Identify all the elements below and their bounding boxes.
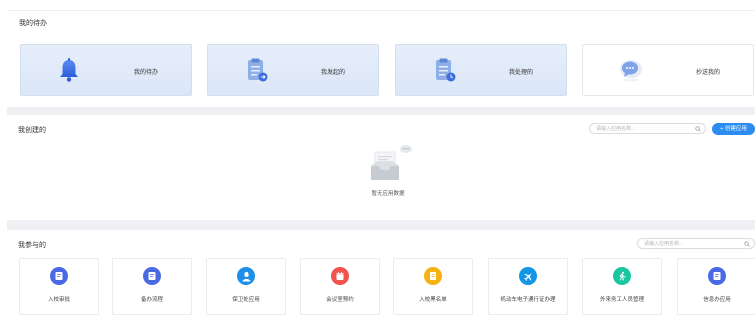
todo-card-label: 我处理的 xyxy=(509,70,534,76)
todo-card-initiated[interactable]: 我发起的 xyxy=(207,44,379,96)
empty-state-text: 暂无应用数据 xyxy=(371,191,405,197)
calendar-icon xyxy=(331,267,349,285)
todo-section-title: 我的待办 xyxy=(19,20,47,27)
app-tile-name: 入校黑名单 xyxy=(419,297,447,303)
search-icon[interactable] xyxy=(744,241,750,247)
empty-mailbox-icon xyxy=(371,145,412,180)
created-section-title: 我创建的 xyxy=(18,127,46,134)
app-tile-meeting-room-booking[interactable]: 会议室预约 xyxy=(300,258,380,315)
app-tile-info-office[interactable]: 信息办应用 xyxy=(677,258,755,315)
app-tile-name: 外来务工人员管理 xyxy=(599,297,644,303)
section-gap xyxy=(7,107,755,115)
app-tile-migrant-worker-management[interactable]: 外来务工人员管理 xyxy=(582,258,662,315)
clipboard-send-icon xyxy=(248,58,268,82)
created-search-box[interactable] xyxy=(589,123,706,134)
chat-bubble-icon xyxy=(620,60,642,82)
app-tile-name: 机动车电子通行证办理 xyxy=(500,297,556,303)
joined-search-input[interactable] xyxy=(644,240,737,248)
app-tile-backup-process[interactable]: 备办流程 xyxy=(112,258,192,315)
joined-section-title: 我参与的 xyxy=(18,242,46,249)
document-edit-icon xyxy=(708,267,726,285)
todo-card-cc[interactable]: 抄送我的 xyxy=(582,44,754,96)
top-divider xyxy=(7,10,755,11)
joined-search-box[interactable] xyxy=(637,238,755,249)
document-edit-icon xyxy=(50,267,68,285)
todo-card-handled[interactable]: 我处理的 xyxy=(395,44,567,96)
clipboard-clock-icon xyxy=(436,58,456,82)
search-icon[interactable] xyxy=(695,126,701,132)
created-search-input[interactable] xyxy=(596,125,688,133)
create-app-button[interactable]: + 创建应用 xyxy=(712,123,755,135)
app-tile-name: 保卫处应用 xyxy=(232,297,260,303)
todo-card-label: 我发起的 xyxy=(321,70,346,76)
runner-icon xyxy=(613,267,631,285)
app-tile-security-dept[interactable]: 保卫处应用 xyxy=(206,258,286,315)
app-tile-campus-entry-approval[interactable]: 入校审批 xyxy=(19,258,99,315)
todo-card-label: 抄送我的 xyxy=(696,70,721,76)
bell-icon xyxy=(60,58,78,82)
app-tile-campus-blacklist[interactable]: 入校黑名单 xyxy=(393,258,473,315)
app-tile-vehicle-pass[interactable]: 机动车电子通行证办理 xyxy=(488,258,568,315)
app-tile-name: 备办流程 xyxy=(140,297,163,303)
app-tile-name: 入校审批 xyxy=(47,297,70,303)
document-edit-icon xyxy=(143,267,161,285)
app-tile-name: 会议室预约 xyxy=(326,297,354,303)
app-tile-name: 信息办应用 xyxy=(703,297,731,303)
todo-card-my-pending[interactable]: 我的待办 xyxy=(20,44,192,96)
security-officer-icon xyxy=(237,267,255,285)
notebook-icon xyxy=(424,267,442,285)
todo-card-label: 我的待办 xyxy=(134,70,159,76)
section-gap xyxy=(7,220,755,230)
airplane-icon xyxy=(519,267,537,285)
